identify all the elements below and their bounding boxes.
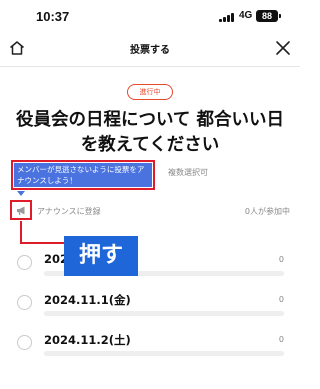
nav-bar: 投票する: [0, 32, 300, 64]
megaphone-icon: [17, 206, 25, 216]
option-radio[interactable]: [17, 255, 32, 270]
network-type: 4G: [239, 10, 253, 21]
announce-label[interactable]: アナウンスに登録: [37, 206, 101, 217]
press-callout: 押す: [64, 236, 138, 276]
option-count: 0: [278, 255, 284, 264]
battery-icon: 88: [256, 10, 281, 22]
status-time: 10:37: [36, 9, 70, 24]
page-title: 投票する: [130, 45, 170, 56]
close-icon[interactable]: [275, 40, 291, 56]
header-divider: [0, 66, 300, 67]
option-radio[interactable]: [17, 295, 32, 310]
status-bar: 10:37 4G 88: [0, 0, 300, 32]
option-progress-bar: [44, 311, 284, 316]
participant-count: 0人が参加中: [244, 207, 290, 216]
option-label: 2024.11.2(土): [44, 333, 131, 347]
poll-option[interactable]: 2024.11.2(土) 0: [0, 332, 300, 362]
poll-option[interactable]: 2024.11.1(金) 0: [0, 292, 300, 322]
option-progress-bar: [44, 351, 284, 356]
option-count: 0: [278, 335, 284, 344]
tooltip-arrow: [17, 191, 25, 196]
poll-option[interactable]: 2024. 0: [0, 252, 300, 282]
announce-button[interactable]: [10, 200, 32, 220]
option-radio[interactable]: [17, 335, 32, 350]
poll-title: 役員会の日程について 都合いい日を教えてください: [15, 110, 285, 155]
status-badge: 進行中: [127, 84, 173, 100]
multi-select-label: 複数選択可: [168, 168, 208, 177]
option-label: 2024.11.1(金): [44, 293, 131, 307]
tooltip-highlight: メンバーが見逃さないように投票をアナウンスしよう！: [11, 160, 155, 190]
signal-icon: [219, 13, 235, 22]
option-count: 0: [278, 295, 284, 304]
announce-tooltip: メンバーが見逃さないように投票をアナウンスしよう！: [14, 163, 152, 187]
